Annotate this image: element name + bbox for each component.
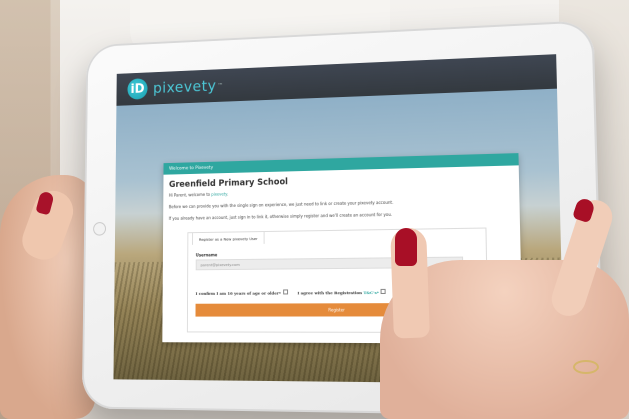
- home-button: [93, 222, 107, 236]
- terms-check[interactable]: I agree with the Registration T&C's*: [297, 288, 386, 296]
- terms-link[interactable]: T&C's*: [363, 290, 379, 295]
- terms-checkbox[interactable]: [380, 288, 386, 295]
- pixevety-logo-icon[interactable]: iD: [127, 78, 148, 100]
- greeting-link[interactable]: pixevety: [211, 192, 227, 197]
- age-check-label: I confirm I am 16 years of age or older*: [195, 290, 281, 296]
- consent-checks: I confirm I am 16 years of age or older*…: [195, 288, 386, 296]
- age-checkbox[interactable]: [282, 289, 288, 295]
- ring-icon: [573, 360, 599, 374]
- intro-text: Before we can provide you with the singl…: [168, 199, 394, 210]
- age-check[interactable]: I confirm I am 16 years of age or older*: [195, 289, 288, 296]
- username-label: Username: [195, 252, 218, 258]
- greeting-prefix: Hi Parent, welcome to: [168, 191, 212, 198]
- terms-check-prefix: I agree with the Registration: [297, 290, 364, 296]
- greeting-suffix: .: [226, 191, 229, 197]
- logo-text: pixevety: [152, 77, 217, 97]
- account-text: If you already have an account, just sig…: [168, 211, 393, 221]
- logo-trademark: ™: [217, 82, 223, 89]
- logo-mark-text: iD: [130, 81, 145, 97]
- right-index-nail: [395, 228, 417, 266]
- tab-register-new-user[interactable]: Register as a New pixevety User: [192, 231, 265, 245]
